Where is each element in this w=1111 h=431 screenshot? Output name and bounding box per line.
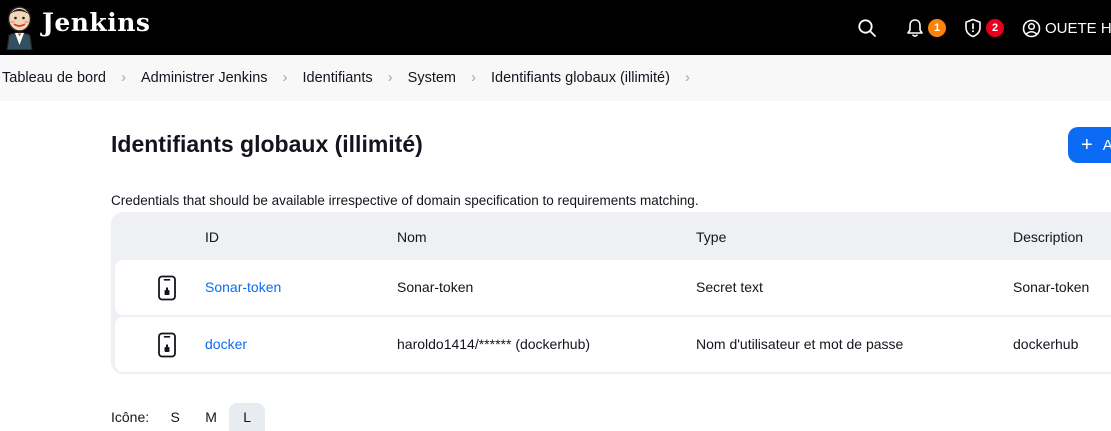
- credential-description: Sonar-token: [1013, 279, 1090, 295]
- chevron-right-icon: ›: [471, 70, 476, 86]
- page-title: Identifiants globaux (illimité): [111, 131, 423, 157]
- add-credentials-label: A: [1102, 136, 1111, 154]
- chevron-right-icon: ›: [121, 70, 126, 86]
- icon-size-medium[interactable]: M: [193, 403, 229, 431]
- breadcrumb-system[interactable]: System: [408, 70, 456, 86]
- mobile-token-icon: [158, 332, 176, 358]
- table-header: ID Nom Type Description: [111, 212, 1111, 258]
- credential-name: Sonar-token: [397, 279, 474, 295]
- breadcrumb: Tableau de bord › Administrer Jenkins › …: [0, 55, 1111, 101]
- credentials-table: ID Nom Type Description Sonar-token Sona…: [111, 212, 1111, 374]
- jenkins-butler-logo[interactable]: [3, 5, 36, 50]
- table-row: Sonar-token Sonar-token Secret text Sona…: [115, 260, 1111, 315]
- notifications-button[interactable]: 1: [906, 14, 946, 42]
- top-header: Jenkins 1 2 OUETE HA: [0, 0, 1111, 55]
- chevron-right-icon[interactable]: ›: [670, 70, 705, 86]
- breadcrumb-global-credentials[interactable]: Identifiants globaux (illimité): [491, 70, 670, 86]
- brand-title[interactable]: Jenkins: [42, 8, 150, 37]
- icon-size-large[interactable]: L: [229, 403, 266, 431]
- table-row: docker haroldo1414/****** (dockerhub) No…: [115, 317, 1111, 372]
- column-header-type[interactable]: Type: [696, 229, 726, 245]
- search-button[interactable]: [857, 14, 879, 42]
- search-icon: [858, 19, 876, 37]
- shield-icon: [965, 18, 981, 38]
- credential-description: dockerhub: [1013, 336, 1079, 352]
- mobile-token-icon: [158, 275, 176, 301]
- credential-type: Secret text: [696, 279, 763, 295]
- credential-id-link[interactable]: Sonar-token: [205, 279, 281, 295]
- breadcrumb-dashboard[interactable]: Tableau de bord: [2, 70, 106, 86]
- icon-size-selector: Icône: S M L: [111, 403, 266, 431]
- plus-icon: +: [1081, 134, 1093, 156]
- breadcrumb-manage-jenkins[interactable]: Administrer Jenkins: [141, 70, 268, 86]
- user-name: OUETE HA: [1045, 19, 1111, 37]
- column-header-name[interactable]: Nom: [397, 229, 427, 245]
- credential-type: Nom d'utilisateur et mot de passe: [696, 336, 904, 352]
- add-credentials-button[interactable]: + A: [1068, 127, 1111, 163]
- bell-icon: [907, 19, 923, 37]
- column-header-id[interactable]: ID: [205, 229, 219, 245]
- credential-name: haroldo1414/****** (dockerhub): [397, 336, 591, 352]
- notifications-count-badge: 1: [928, 19, 946, 37]
- icon-size-small[interactable]: S: [157, 403, 193, 431]
- column-header-description[interactable]: Description: [1013, 229, 1083, 245]
- user-avatar-icon: [1022, 19, 1041, 37]
- domain-description: Credentials that should be available irr…: [111, 193, 699, 208]
- user-menu-button[interactable]: OUETE HA: [1022, 14, 1111, 42]
- credential-id-link[interactable]: docker: [205, 336, 247, 352]
- security-warnings-button[interactable]: 2: [964, 14, 1004, 42]
- chevron-right-icon: ›: [282, 70, 288, 86]
- breadcrumb-credentials[interactable]: Identifiants: [303, 70, 373, 86]
- security-count-badge: 2: [986, 19, 1004, 37]
- chevron-right-icon: ›: [387, 70, 393, 86]
- icon-size-label: Icône:: [111, 409, 150, 425]
